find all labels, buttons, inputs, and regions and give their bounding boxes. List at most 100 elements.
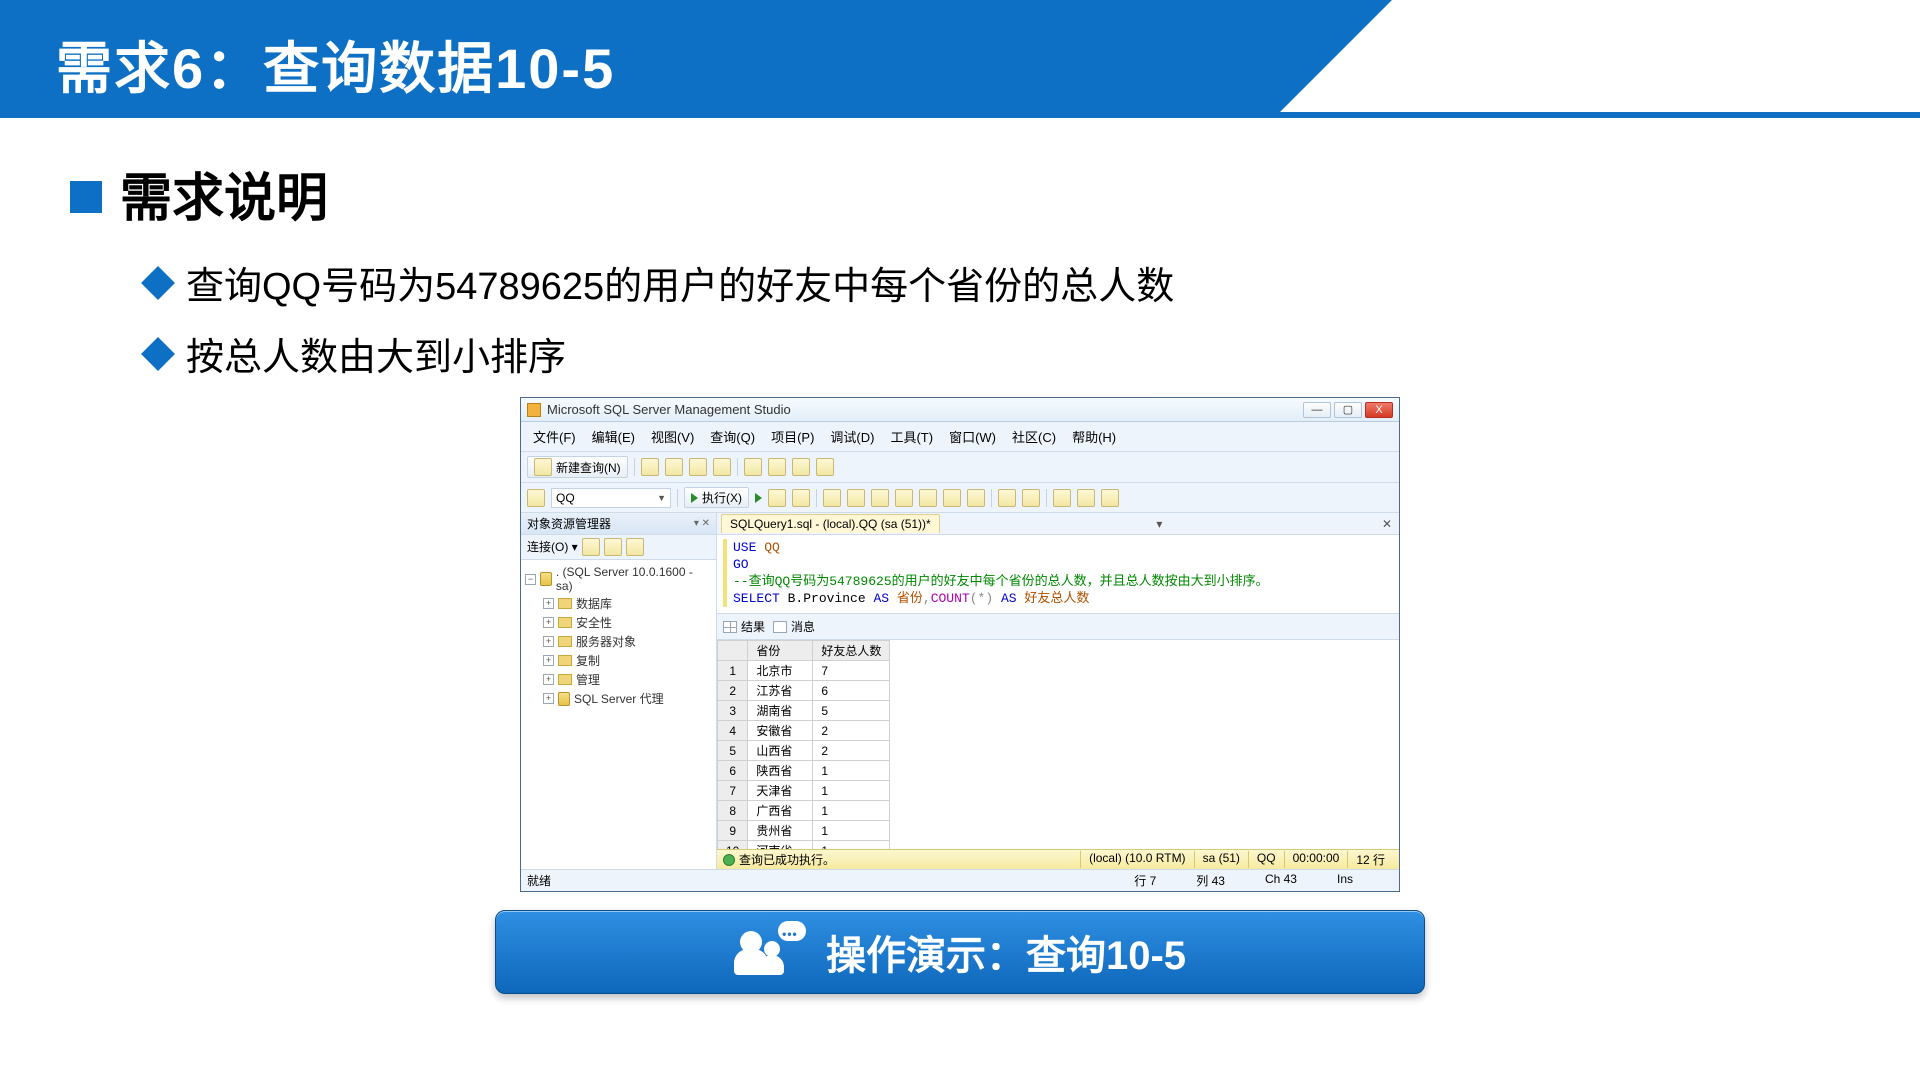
expand-icon[interactable]: + bbox=[543, 598, 554, 609]
status-ins: Ins bbox=[1337, 872, 1393, 889]
toolbar-icon[interactable] bbox=[871, 489, 889, 507]
app-status-bar: 就绪 行 7 列 43 Ch 43 Ins bbox=[521, 869, 1399, 891]
tree-server-node[interactable]: − . (SQL Server 10.0.1600 - sa) bbox=[525, 564, 712, 594]
toolbar-icon[interactable] bbox=[1022, 489, 1040, 507]
slide-title: 需求6：查询数据10-5 bbox=[0, 0, 1280, 105]
menu-help[interactable]: 帮助(H) bbox=[1066, 425, 1122, 448]
tree-node[interactable]: +复制 bbox=[543, 651, 712, 670]
menu-query[interactable]: 查询(Q) bbox=[704, 425, 761, 448]
table-row[interactable]: 3湖南省5 bbox=[718, 701, 890, 721]
stop-icon[interactable] bbox=[768, 489, 786, 507]
menu-project[interactable]: 项目(P) bbox=[765, 425, 820, 448]
success-icon bbox=[723, 854, 735, 866]
ssms-window: Microsoft SQL Server Management Studio —… bbox=[520, 397, 1400, 892]
toolbar-icon[interactable] bbox=[582, 538, 600, 556]
expand-icon[interactable]: + bbox=[543, 636, 554, 647]
menu-community[interactable]: 社区(C) bbox=[1006, 425, 1062, 448]
expand-icon[interactable]: + bbox=[543, 674, 554, 685]
execute-label: 执行(X) bbox=[702, 489, 742, 506]
maximize-button[interactable]: ▢ bbox=[1334, 402, 1362, 418]
document-tab-label: SQLQuery1.sql - (local).QQ (sa (51))* bbox=[730, 517, 931, 531]
server-icon bbox=[540, 572, 552, 586]
minimize-button[interactable]: — bbox=[1303, 402, 1331, 418]
tree-node[interactable]: +管理 bbox=[543, 670, 712, 689]
toolbar-icon[interactable] bbox=[816, 458, 834, 476]
toolbar-icon[interactable] bbox=[665, 458, 683, 476]
results-grid[interactable]: 省份 好友总人数 1北京市72江苏省63湖南省54安徽省25山西省26陕西省17… bbox=[717, 640, 1399, 849]
parse-icon[interactable] bbox=[792, 489, 810, 507]
pin-icon[interactable]: ▾ ✕ bbox=[694, 518, 710, 529]
table-row[interactable]: 9贵州省1 bbox=[718, 821, 890, 841]
rownum-cell: 7 bbox=[718, 781, 748, 801]
folder-icon bbox=[558, 655, 572, 666]
menu-view[interactable]: 视图(V) bbox=[645, 425, 700, 448]
open-icon[interactable] bbox=[744, 458, 762, 476]
toolbar-icon[interactable] bbox=[943, 489, 961, 507]
col-count[interactable]: 好友总人数 bbox=[813, 641, 890, 661]
tab-results[interactable]: 结果 bbox=[723, 618, 765, 635]
tree-node[interactable]: +安全性 bbox=[543, 613, 712, 632]
expand-icon[interactable]: + bbox=[543, 693, 554, 704]
table-row[interactable]: 7天津省1 bbox=[718, 781, 890, 801]
tree-node[interactable]: +SQL Server 代理 bbox=[543, 689, 712, 708]
sql-alias: 好友总人数 bbox=[1024, 591, 1089, 606]
section-heading: 需求说明 bbox=[70, 156, 1850, 231]
connect-button[interactable]: 连接(O) ▾ bbox=[527, 538, 578, 556]
rownum-cell: 8 bbox=[718, 801, 748, 821]
indent-icon[interactable] bbox=[1053, 489, 1071, 507]
tabs-dropdown-icon[interactable]: ▾ bbox=[1151, 517, 1167, 531]
status-ready: 就绪 bbox=[527, 872, 591, 889]
toolbar-icon[interactable] bbox=[847, 489, 865, 507]
document-tab[interactable]: SQLQuery1.sql - (local).QQ (sa (51))* bbox=[721, 514, 940, 533]
table-row[interactable]: 5山西省2 bbox=[718, 741, 890, 761]
menu-window[interactable]: 窗口(W) bbox=[943, 425, 1002, 448]
tab-close-icon[interactable]: ✕ bbox=[1379, 517, 1395, 531]
toolbar-icon[interactable] bbox=[604, 538, 622, 556]
tab-results-label: 结果 bbox=[741, 618, 765, 635]
toolbar-icon[interactable] bbox=[895, 489, 913, 507]
toolbar-icon[interactable] bbox=[527, 489, 545, 507]
new-query-button[interactable]: 新建查询(N) bbox=[527, 456, 628, 478]
object-explorer-title: 对象资源管理器 ▾ ✕ bbox=[521, 513, 716, 535]
execute-button[interactable]: 执行(X) bbox=[684, 487, 749, 508]
menu-tools[interactable]: 工具(T) bbox=[884, 425, 939, 448]
menu-debug[interactable]: 调试(D) bbox=[824, 425, 880, 448]
save-icon[interactable] bbox=[768, 458, 786, 476]
table-row[interactable]: 2江苏省6 bbox=[718, 681, 890, 701]
table-row[interactable]: 1北京市7 bbox=[718, 661, 890, 681]
run-icon[interactable] bbox=[755, 493, 762, 503]
expand-icon[interactable]: + bbox=[543, 617, 554, 628]
tab-messages[interactable]: 消息 bbox=[773, 618, 815, 635]
menu-edit[interactable]: 编辑(E) bbox=[586, 425, 641, 448]
tree-node[interactable]: +服务器对象 bbox=[543, 632, 712, 651]
outdent-icon[interactable] bbox=[1077, 489, 1095, 507]
refresh-icon[interactable] bbox=[626, 538, 644, 556]
toolbar-icon[interactable] bbox=[1101, 489, 1119, 507]
sql-editor[interactable]: USE QQ GO --查询QQ号码为54789625的用户的好友中每个省份的总… bbox=[717, 535, 1399, 614]
toolbar-icon[interactable] bbox=[713, 458, 731, 476]
toolbar-query: QQ ▼ 执行(X) bbox=[521, 483, 1399, 513]
tree-node[interactable]: +数据库 bbox=[543, 594, 712, 613]
col-province[interactable]: 省份 bbox=[748, 641, 813, 661]
toolbar-icon[interactable] bbox=[823, 489, 841, 507]
toolbar-icon[interactable] bbox=[641, 458, 659, 476]
toolbar-icon[interactable] bbox=[967, 489, 985, 507]
toolbar-separator bbox=[816, 489, 817, 507]
expand-icon[interactable]: + bbox=[543, 655, 554, 666]
table-row[interactable]: 8广西省1 bbox=[718, 801, 890, 821]
menu-file[interactable]: 文件(F) bbox=[527, 425, 582, 448]
toolbar-icon[interactable] bbox=[919, 489, 937, 507]
sql-ident: QQ bbox=[764, 540, 780, 555]
object-explorer-tree[interactable]: − . (SQL Server 10.0.1600 - sa) +数据库 +安全… bbox=[521, 560, 716, 869]
close-button[interactable]: X bbox=[1365, 402, 1393, 418]
save-all-icon[interactable] bbox=[792, 458, 810, 476]
toolbar-icon[interactable] bbox=[998, 489, 1016, 507]
table-row[interactable]: 6陕西省1 bbox=[718, 761, 890, 781]
action-bar[interactable]: ••• 操作演示：查询10-5 bbox=[495, 910, 1425, 994]
table-row[interactable]: 4安徽省2 bbox=[718, 721, 890, 741]
table-row[interactable]: 10河南省1 bbox=[718, 841, 890, 850]
toolbar-icon[interactable] bbox=[689, 458, 707, 476]
collapse-icon[interactable]: − bbox=[525, 574, 536, 585]
database-selector[interactable]: QQ ▼ bbox=[551, 488, 671, 508]
window-titlebar[interactable]: Microsoft SQL Server Management Studio —… bbox=[521, 398, 1399, 422]
